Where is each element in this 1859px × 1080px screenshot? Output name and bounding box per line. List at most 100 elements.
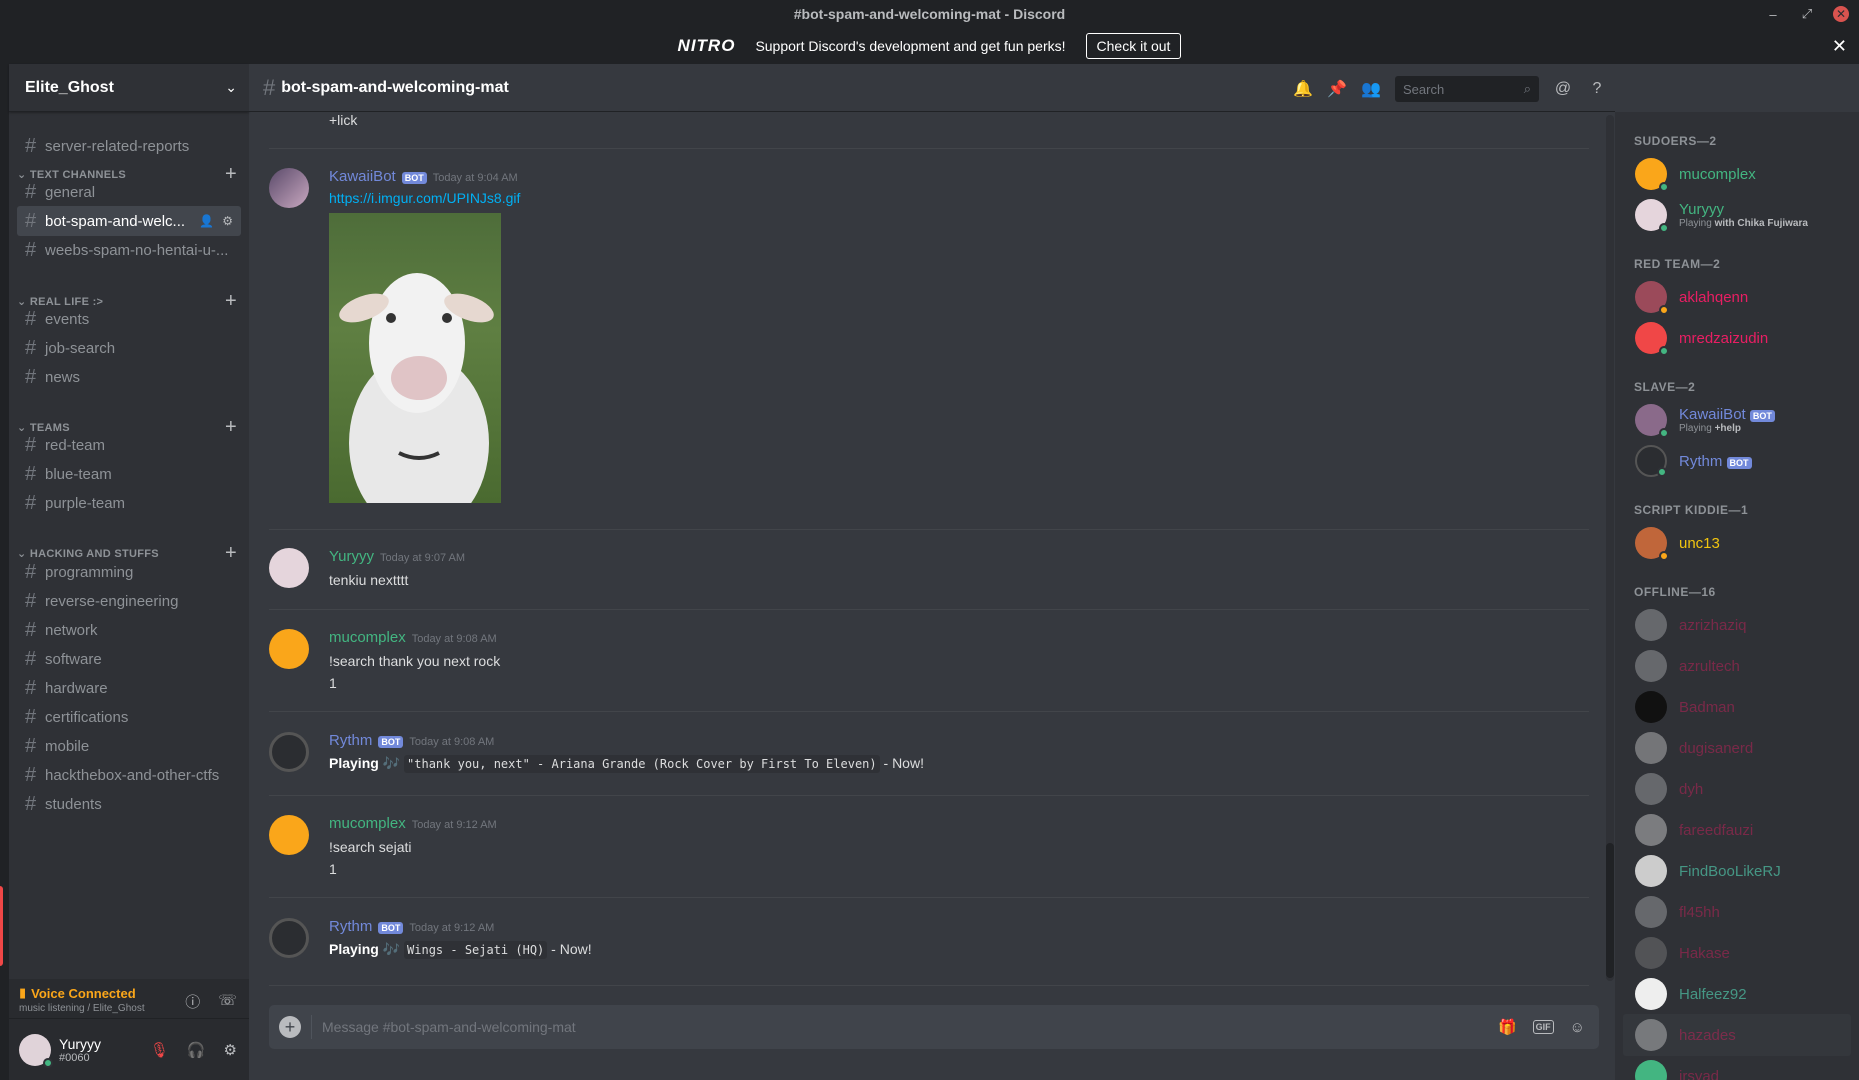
close-icon[interactable]: ✕	[1833, 6, 1849, 22]
channel-general[interactable]: # general	[17, 177, 241, 207]
bell-icon[interactable]: 🔔	[1293, 79, 1313, 99]
channel-news[interactable]: # news	[17, 362, 241, 392]
member-item[interactable]: FindBooLikeRJ	[1623, 850, 1851, 892]
avatar[interactable]	[19, 1033, 53, 1068]
message-author[interactable]: KawaiiBot	[329, 168, 396, 185]
member-item[interactable]: azrultech	[1623, 645, 1851, 687]
channel-students[interactable]: # students	[17, 789, 241, 819]
message-author[interactable]: Rythm	[329, 918, 372, 935]
message-input[interactable]: Message #bot-spam-and-welcoming-mat	[322, 1019, 1498, 1035]
avatar[interactable]	[269, 548, 309, 588]
message-author[interactable]: mucomplex	[329, 815, 406, 832]
channel-software[interactable]: # software	[17, 644, 241, 674]
headphones-icon[interactable]: 🎧	[187, 1041, 206, 1059]
channel-programming[interactable]: # programming	[17, 557, 241, 587]
channel-label: weebs-spam-no-hentai-u-...	[45, 241, 229, 259]
avatar[interactable]	[269, 629, 309, 669]
member-item[interactable]: dyh	[1623, 768, 1851, 810]
channel-server-related-reports[interactable]: # server-related-reports	[17, 131, 241, 161]
scroll-thumb[interactable]	[1606, 843, 1614, 978]
channel-title: bot-spam-and-welcoming-mat	[281, 78, 509, 96]
minimize-icon[interactable]: –	[1765, 6, 1781, 22]
member-item[interactable]: irsyad	[1623, 1055, 1851, 1080]
hash-icon: #	[25, 307, 37, 330]
voice-status-label[interactable]: Voice Connected	[31, 986, 136, 1001]
channel-network[interactable]: # network	[17, 615, 241, 645]
channel-certifications[interactable]: # certifications	[17, 702, 241, 732]
chevron-down-icon[interactable]: ⌄	[225, 79, 237, 96]
member-item[interactable]: Rythm BOT	[1623, 440, 1851, 482]
member-item[interactable]: Badman	[1623, 686, 1851, 728]
gift-icon[interactable]: 🎁	[1498, 1018, 1517, 1036]
disconnect-icon[interactable]: ☏	[218, 991, 237, 1012]
member-item[interactable]: mredzaizudin	[1623, 317, 1851, 359]
member-item[interactable]: aklahqenn	[1623, 276, 1851, 318]
now-label: - Now!	[547, 941, 592, 957]
avatar	[1635, 896, 1667, 928]
search-input[interactable]: Search ⌕	[1395, 76, 1539, 102]
info-icon[interactable]: ⓘ	[185, 991, 200, 1012]
mute-microphone-icon[interactable]: 🎙	[150, 1041, 169, 1059]
message-scrollbar[interactable]	[1606, 115, 1614, 981]
member-item[interactable]: KawaiiBot BOT Playing +help	[1623, 399, 1851, 441]
channel-hardware[interactable]: # hardware	[17, 673, 241, 703]
channel-label: red-team	[45, 436, 106, 454]
channel-events[interactable]: # events	[17, 304, 241, 334]
check-it-out-button[interactable]: Check it out	[1085, 33, 1182, 59]
message-composer[interactable]: + Message #bot-spam-and-welcoming-mat 🎁 G…	[269, 1005, 1599, 1049]
channel-label: hackthebox-and-other-ctfs	[45, 766, 220, 784]
channel-blue-team[interactable]: # blue-team	[17, 459, 241, 489]
member-item[interactable]: dugisanerd	[1623, 727, 1851, 769]
channel-reverse-engineering[interactable]: # reverse-engineering	[17, 586, 241, 616]
avatar[interactable]	[269, 815, 309, 855]
channel-mobile[interactable]: # mobile	[17, 731, 241, 761]
member-item[interactable]: Hakase	[1623, 932, 1851, 974]
gif-icon[interactable]: GIF	[1532, 1020, 1554, 1034]
pin-icon[interactable]: 📌	[1327, 79, 1347, 99]
member-item[interactable]: Yuryyy Playing with Chika Fujiwara	[1623, 194, 1851, 236]
member-item[interactable]: fareedfauzi	[1623, 809, 1851, 851]
gear-icon[interactable]: ⚙	[224, 1041, 237, 1059]
member-item[interactable]: mucomplex	[1623, 153, 1851, 195]
online-status-icon	[43, 1057, 53, 1068]
member-item[interactable]: hazades	[1623, 1014, 1851, 1056]
message-author[interactable]: Yuryyy	[329, 548, 374, 565]
member-item[interactable]: azrizhaziq	[1623, 604, 1851, 646]
avatar[interactable]	[269, 168, 309, 208]
emoji-icon[interactable]: ☺	[1570, 1019, 1585, 1036]
channel-red-team[interactable]: # red-team	[17, 430, 241, 460]
avatar	[1635, 855, 1667, 887]
channel-job-search[interactable]: # job-search	[17, 333, 241, 363]
gear-icon[interactable]: ⚙	[222, 214, 233, 228]
channel-weebs-spam[interactable]: # weebs-spam-no-hentai-u-...	[17, 235, 241, 265]
avatar[interactable]	[269, 918, 309, 958]
members-icon[interactable]: 👥	[1361, 79, 1381, 99]
server-header[interactable]: Elite_Ghost ⌄	[9, 64, 249, 112]
member-category: OFFLINE—16	[1634, 585, 1716, 599]
hash-icon: #	[25, 433, 37, 456]
message-link[interactable]: https://i.imgur.com/UPINJs8.gif	[329, 190, 520, 206]
member-item[interactable]: Halfeez92	[1623, 973, 1851, 1015]
help-icon[interactable]: ?	[1587, 80, 1607, 98]
upload-plus-icon[interactable]: +	[279, 1016, 301, 1038]
member-name: fl45hh	[1679, 903, 1720, 921]
channel-hackthebox[interactable]: # hackthebox-and-other-ctfs	[17, 760, 241, 790]
avatar[interactable]	[269, 732, 309, 772]
member-name: FindBooLikeRJ	[1679, 862, 1781, 880]
message-author[interactable]: Rythm	[329, 732, 372, 749]
member-activity: Playing +help	[1679, 423, 1775, 434]
mention-icon[interactable]: @	[1553, 80, 1573, 98]
member-category: RED TEAM—2	[1634, 257, 1721, 271]
nitro-close-icon[interactable]: ✕	[1832, 36, 1847, 57]
invite-icon[interactable]: 👤	[199, 214, 214, 228]
channel-purple-team[interactable]: # purple-team	[17, 488, 241, 518]
avatar	[1635, 609, 1667, 641]
song-title: "thank you, next" - Ariana Grande (Rock …	[404, 755, 880, 773]
maximize-icon[interactable]: ⤢	[1799, 6, 1815, 22]
message-author[interactable]: mucomplex	[329, 629, 406, 646]
message-divider	[269, 985, 1589, 986]
channel-bot-spam[interactable]: # bot-spam-and-welc... 👤 ⚙	[17, 206, 241, 236]
member-item[interactable]: unc13	[1623, 522, 1851, 564]
goat-gif-image[interactable]	[329, 213, 501, 503]
member-item[interactable]: fl45hh	[1623, 891, 1851, 933]
